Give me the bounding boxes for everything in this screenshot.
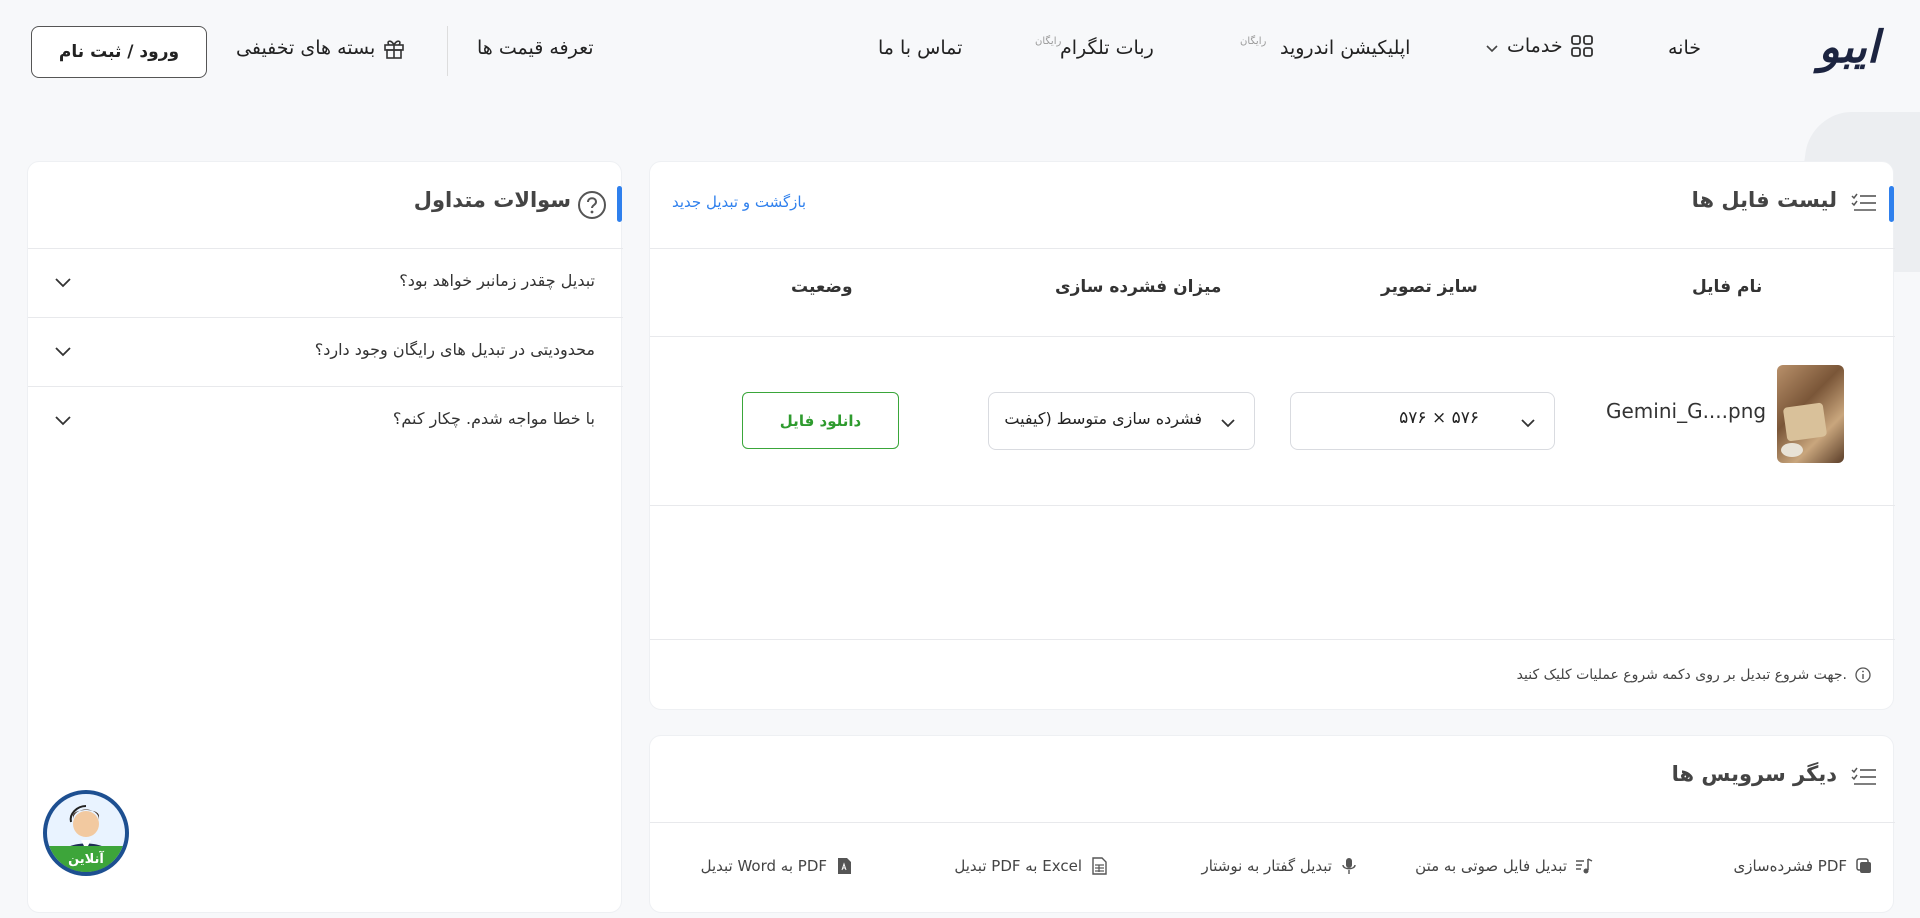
file-name: Gemini_G....png [1606,399,1767,423]
faq-item[interactable]: محدودیتی در تبدیل های رایگان وجود دارد؟ [28,317,623,386]
divider [650,248,1895,249]
column-status: وضعیت [791,277,853,297]
column-compression: میزان فشرده سازی [1055,277,1222,297]
divider [650,822,1895,823]
discount-packages-label: بسته های تخفیفی [236,37,376,59]
list-check-icon [1851,767,1876,785]
other-services-card: دیگر سرویس ها فشرده‌سازی PDF تبدیل فایل … [649,735,1895,913]
music-note-icon [1576,858,1593,874]
divider [650,505,1895,506]
online-support-button[interactable]: آنلاین [43,790,129,876]
pdf-file-icon [838,858,851,874]
nav-discount-packages[interactable]: بسته های تخفیفی [236,37,405,59]
faq-question: محدودیتی در تبدیل های رایگان وجود دارد؟ [314,340,595,359]
accent-bar [1889,186,1894,222]
nav-android-app[interactable]: اپلیکیشن اندروید [1280,37,1410,59]
column-image-size: سایز تصویر [1381,277,1478,297]
service-label: تبدیل Word به PDF [700,857,827,875]
service-label: تبدیل فایل صوتی به متن [1415,857,1567,875]
accent-bar [617,186,622,222]
online-label: آنلاین [47,846,125,872]
faq-item[interactable]: تبدیل چقدر زمانبر خواهد بود؟ [28,248,623,317]
service-label: تبدیل گفتار به نوشتار [1201,857,1332,875]
back-new-conversion-link[interactable]: بازگشت و تبدیل جدید [672,193,806,211]
microphone-icon [1342,858,1356,874]
spreadsheet-icon [1092,857,1107,875]
chevron-down-icon [55,347,71,357]
nav-home[interactable]: خانه [1668,37,1701,59]
divider [650,336,1895,337]
faq-title: سوالات متداول [413,188,571,212]
site-logo[interactable]: ایبو [1793,22,1881,78]
file-thumbnail [1777,365,1844,463]
divider [650,639,1895,640]
service-label: فشرده‌سازی PDF [1733,857,1848,875]
nav-telegram-bot[interactable]: ربات تلگرام [1060,37,1154,59]
service-audio-to-text[interactable]: تبدیل فایل صوتی به متن [1415,857,1593,875]
service-pdf-compress[interactable]: فشرده‌سازی PDF [1734,857,1874,875]
chevron-down-icon [55,278,71,288]
chevron-down-icon [1521,419,1535,428]
chevron-down-icon [55,416,71,426]
chevron-down-icon [1221,419,1235,428]
nav-contact[interactable]: تماس با ما [878,37,962,59]
service-word-to-pdf[interactable]: تبدیل Word به PDF [701,857,853,875]
image-size-select[interactable]: ۵۷۶ × ۵۷۶ [1290,392,1555,450]
service-label: تبدیل PDF به Excel [954,857,1082,875]
file-list-title: لیست فایل ها [1691,188,1837,212]
compression-level-value: فشرده سازی متوسط (کیفیت [1004,409,1202,428]
hint-text: جهت شروع تبدیل بر روی دکمه شروع عملیات ک… [1516,667,1847,683]
question-circle-icon [578,191,606,219]
nav-services[interactable]: خدمات [1485,35,1593,57]
pdf-compress-icon [1856,858,1871,873]
image-size-value: ۵۷۶ × ۵۷۶ [1399,408,1479,428]
android-free-badge: رایگان [1240,36,1267,47]
faq-question: تبدیل چقدر زمانبر خواهد بود؟ [399,271,595,290]
nav-services-label: خدمات [1507,35,1563,57]
service-pdf-to-excel[interactable]: تبدیل PDF به Excel [954,857,1108,875]
login-register-button[interactable]: ورود / ثبت نام [31,26,207,78]
nav-pricing[interactable]: تعرفه قیمت ها [477,37,594,59]
compression-level-select[interactable]: فشرده سازی متوسط (کیفیت [988,392,1255,450]
other-services-title: دیگر سرویس ها [1671,762,1837,786]
download-file-button[interactable]: دانلود فایل [742,392,899,449]
hint-row: جهت شروع تبدیل بر روی دکمه شروع عملیات ک… [1517,667,1871,683]
top-navigation-bar: ایبو خانه خدمات اپلیکیشن اندروید رایگان … [0,0,1920,100]
list-check-icon [1851,193,1876,211]
grid-icon [1570,35,1593,57]
faq-item[interactable]: با خطا مواجه شدم. چکار کنم؟ [28,386,623,455]
info-icon [1855,667,1871,683]
nav-divider [447,26,448,76]
column-file-name: نام فایل [1692,277,1763,297]
gift-icon [384,40,405,59]
faq-question: با خطا مواجه شدم. چکار کنم؟ [392,409,595,428]
chevron-down-icon [1486,45,1498,53]
telegram-free-badge: رایگان [1035,36,1062,47]
service-speech-to-text[interactable]: تبدیل گفتار به نوشتار [1201,857,1358,875]
